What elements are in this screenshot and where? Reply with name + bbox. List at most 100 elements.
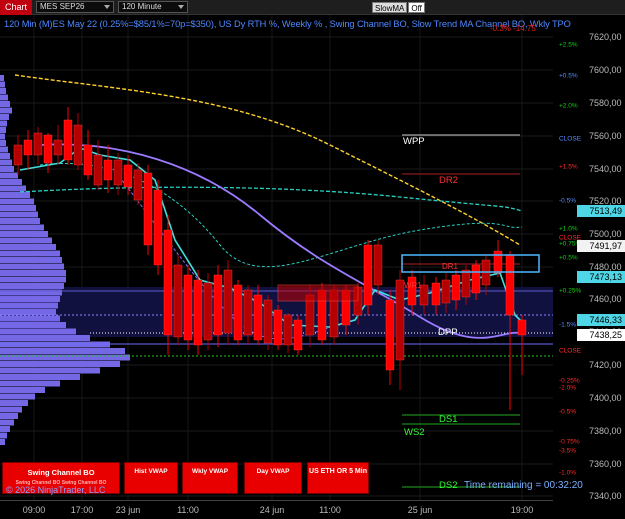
volume-profile-bar xyxy=(0,205,36,211)
volume-profile-bar xyxy=(0,153,10,159)
level-dpp: DPP xyxy=(438,327,458,338)
volume-profile-bar xyxy=(0,75,4,81)
volume-profile-bar xyxy=(0,419,14,426)
volume-profile-bar xyxy=(0,283,64,289)
percent-level-label: -0.75% xyxy=(559,438,580,446)
volume-profile-bar xyxy=(0,224,44,231)
candle-body xyxy=(431,282,441,306)
percent-level-label: +2.0% xyxy=(559,102,578,110)
hist-vwap-button[interactable]: Hist VWAP xyxy=(124,462,178,494)
price-axis-label: 7540,00 xyxy=(589,164,622,174)
volume-profile-bar xyxy=(0,257,62,263)
candle-body xyxy=(233,284,243,341)
slow-ma-button[interactable]: SlowMA xyxy=(372,1,408,13)
price-tag: 7491,97 xyxy=(577,240,625,252)
volume-profile-bar xyxy=(0,127,6,133)
volume-profile-bar xyxy=(0,328,76,335)
percent-level-label: +1.5% xyxy=(559,163,578,171)
candle-body xyxy=(283,314,293,346)
candle-body xyxy=(385,299,395,371)
volume-profile-bar xyxy=(0,159,12,166)
time-axis-label: 25 jun xyxy=(407,505,433,515)
interval-selector[interactable]: 120 Minute xyxy=(118,1,189,13)
time-axis-label: 11:00 xyxy=(319,505,341,515)
candle-body xyxy=(441,279,451,304)
time-axis-label: 23 jun xyxy=(115,505,141,515)
level-dr2: DR2 xyxy=(439,175,459,186)
candle-body xyxy=(83,144,93,176)
price-tag: 7438,25 xyxy=(577,329,625,341)
volume-profile-bar xyxy=(0,393,35,400)
candle-body xyxy=(505,254,515,316)
percent-level-label: +2.5% xyxy=(559,41,578,49)
volume-profile-bar xyxy=(0,107,12,114)
price-axis-label: 7360,00 xyxy=(589,459,622,469)
price-axis-label: 7340,00 xyxy=(589,491,622,501)
percent-level-label: -1.5% xyxy=(559,321,576,329)
off-toggle-button[interactable]: Off xyxy=(408,1,425,13)
candle-body xyxy=(133,169,143,201)
volume-profile-bar xyxy=(0,218,40,224)
volume-profile-bar xyxy=(0,250,60,257)
candle-body xyxy=(63,119,73,161)
volume-profile-bar xyxy=(0,289,62,296)
candle-body xyxy=(213,274,223,336)
price-axis-label: 7620,00 xyxy=(589,32,622,42)
price-axis[interactable]: 7620,00 7600,00 7580,00 7560,00 7540,00 7520,… xyxy=(553,15,625,501)
copyright-text: © 2026 NinjaTrader, LLC xyxy=(6,485,106,495)
chart-tab[interactable]: Chart xyxy=(0,0,33,15)
volume-profile-bar xyxy=(0,322,66,328)
instrument-selector[interactable]: MES SEP26 xyxy=(36,1,115,13)
volume-profile-bar xyxy=(0,172,18,179)
volume-profile-bar xyxy=(0,374,80,380)
price-chart-plot[interactable] xyxy=(0,15,553,500)
candle-body xyxy=(13,144,23,166)
price-tag: 7446,33 xyxy=(577,314,625,326)
volume-profile-bar xyxy=(0,361,120,367)
volume-profile-bar xyxy=(0,81,5,88)
volume-profile-bar xyxy=(0,270,66,276)
us-eth-or-button[interactable]: US ETH OR 5 Min xyxy=(307,462,369,494)
volume-profile-bar xyxy=(0,94,8,101)
percent-level-label: +0.5% xyxy=(559,72,578,80)
time-axis-label: 11:00 xyxy=(177,505,199,515)
time-axis-label: 19:00 xyxy=(510,505,534,515)
candle-body xyxy=(163,229,173,336)
candle-body xyxy=(173,264,183,338)
swing-box xyxy=(277,284,359,302)
price-tag: 7513,49 xyxy=(577,205,625,217)
volume-profile-bar xyxy=(0,367,100,374)
price-axis-label: 7460,00 xyxy=(589,294,622,304)
time-axis[interactable]: 09:00 17:00 23 jun 11:00 24 jun 11:00 25 jun 19… xyxy=(0,500,553,519)
volume-profile-bar xyxy=(0,114,9,120)
percent-level-label: -0.5% xyxy=(559,408,576,416)
volume-profile-bar xyxy=(0,413,18,419)
volume-profile-bar xyxy=(0,354,130,361)
volume-profile-bar xyxy=(0,315,60,322)
candle-body xyxy=(253,294,263,341)
volume-profile-bar xyxy=(0,400,28,406)
candle-body xyxy=(73,124,83,166)
candle-body xyxy=(23,139,33,156)
candle-body xyxy=(461,269,471,298)
volume-profile-bar xyxy=(0,263,64,270)
swing-channel-bo-label: Swing Channel BO xyxy=(27,468,95,477)
candle-body xyxy=(193,279,203,346)
candle-body xyxy=(43,134,53,164)
info-line-text: 120 Min (M)ES May 22 (0.25%=$85/1%=70p=$… xyxy=(4,19,571,29)
percent-level-label: -0.25% xyxy=(559,377,580,385)
day-vwap-button[interactable]: Day VWAP xyxy=(244,462,302,494)
percent-level-label: -1.0% xyxy=(559,469,576,477)
price-axis-label: 7500,00 xyxy=(589,229,622,239)
percent-level-label: -3.5% xyxy=(559,447,576,455)
candle-body xyxy=(451,274,461,301)
price-axis-label: 7580,00 xyxy=(589,98,622,108)
volume-profile-bar xyxy=(0,380,60,387)
volume-profile-bar xyxy=(0,296,60,302)
channel-upper-line xyxy=(19,186,523,212)
level-ws2: WS2 xyxy=(404,427,425,438)
volume-profile-bar xyxy=(0,140,6,146)
wkly-vwap-button[interactable]: Wkly VWAP xyxy=(182,462,238,494)
candle-body xyxy=(363,244,373,306)
candle-body xyxy=(93,154,103,186)
